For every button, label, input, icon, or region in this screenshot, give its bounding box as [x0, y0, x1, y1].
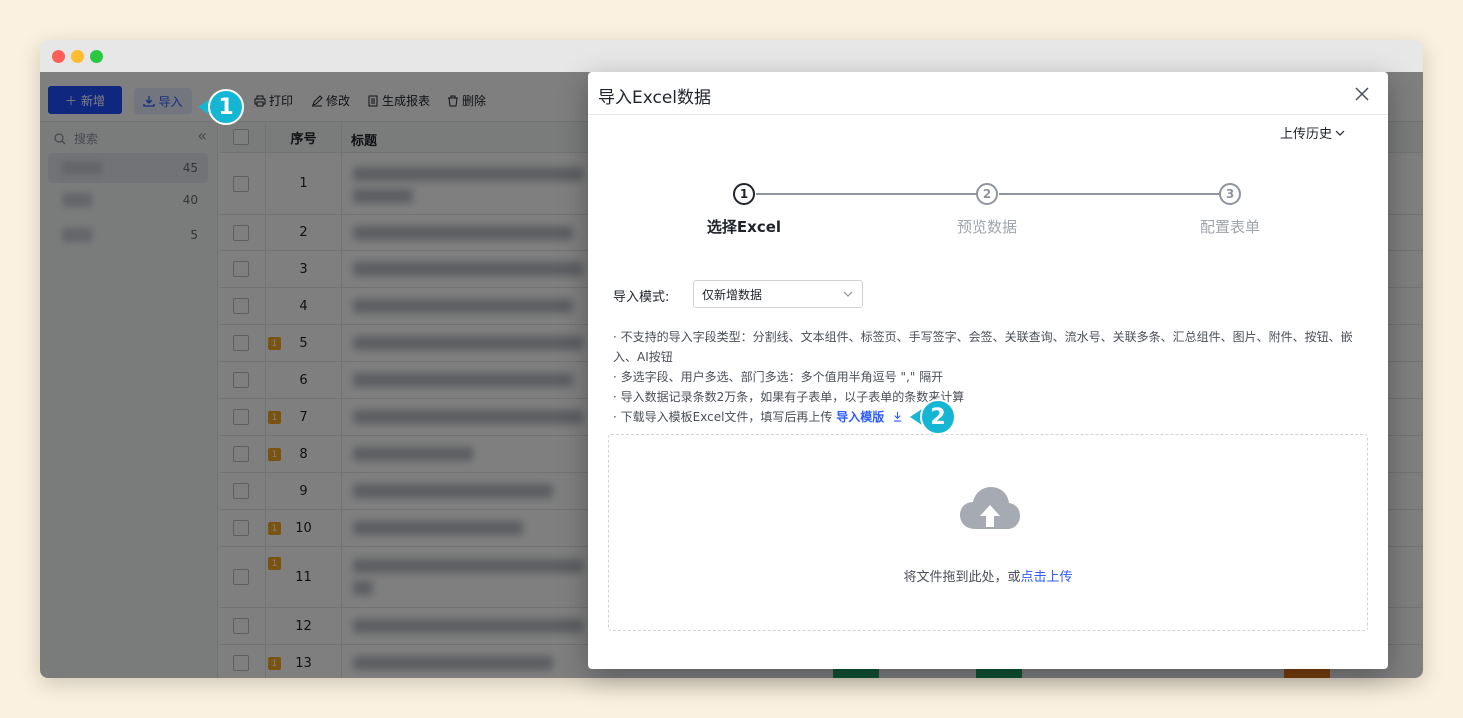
- callout-badge-1: 1: [208, 89, 244, 125]
- note-unsupported-fields: · 不支持的导入字段类型：分割线、文本组件、标签页、手写签字、会签、关联查询、流…: [613, 330, 1353, 364]
- step-connector: [999, 193, 1220, 195]
- dialog-title: 导入Excel数据: [598, 88, 712, 108]
- template-note-text: · 下载导入模板Excel文件，填写后再上传: [613, 410, 833, 424]
- click-upload-link[interactable]: 点击上传: [1021, 570, 1073, 585]
- step-2-indicator: 2: [976, 183, 998, 205]
- import-mode-label: 导入模式:: [613, 290, 670, 305]
- template-link-label: 导入模版: [836, 410, 885, 424]
- close-icon[interactable]: [1354, 86, 1370, 102]
- note-template: · 下载导入模板Excel文件，填写后再上传 导入模版: [613, 407, 1373, 427]
- import-excel-dialog: 导入Excel数据 上传历史 1 2 3 选择Excel 预览数据 配置表单 导…: [588, 72, 1388, 669]
- chevron-down-icon: [1335, 130, 1345, 136]
- window-titlebar: [40, 40, 1423, 72]
- upload-history-dropdown[interactable]: 上传历史: [1280, 123, 1346, 142]
- chevron-down-icon: [843, 291, 853, 297]
- step-3-label: 配置表单: [1199, 218, 1260, 236]
- cloud-upload-icon: [960, 487, 1020, 529]
- download-icon: [894, 411, 902, 422]
- callout-badge-2: 2: [920, 399, 956, 435]
- minimize-window-button[interactable]: [71, 50, 84, 63]
- step-connector: [756, 193, 977, 195]
- download-template-link[interactable]: 导入模版: [836, 410, 903, 424]
- upload-history-label: 上传历史: [1279, 127, 1332, 142]
- note-record-limit: · 导入数据记录条数2万条，如果有子表单，以子表单的条数来计算: [613, 390, 965, 404]
- maximize-window-button[interactable]: [90, 50, 103, 63]
- dialog-header: 导入Excel数据: [588, 72, 1388, 115]
- import-mode-select[interactable]: 仅新增数据: [693, 280, 863, 308]
- step-3-indicator: 3: [1219, 183, 1241, 205]
- import-mode-value: 仅新增数据: [702, 287, 763, 302]
- dropzone-text: 将文件拖到此处，或点击上传: [609, 566, 1367, 585]
- close-window-button[interactable]: [52, 50, 65, 63]
- file-dropzone[interactable]: 将文件拖到此处，或点击上传: [608, 434, 1368, 631]
- step-2-label: 预览数据: [956, 218, 1017, 236]
- step-1-label: 选择Excel: [706, 218, 782, 236]
- note-multi-select: · 多选字段、用户多选、部门多选：多个值用半角逗号 "," 隔开: [613, 370, 944, 384]
- dropzone-hint: 将文件拖到此处，或: [903, 570, 1021, 585]
- step-1-indicator: 1: [733, 183, 755, 205]
- import-notes: · 不支持的导入字段类型：分割线、文本组件、标签页、手写签字、会签、关联查询、流…: [613, 327, 1373, 427]
